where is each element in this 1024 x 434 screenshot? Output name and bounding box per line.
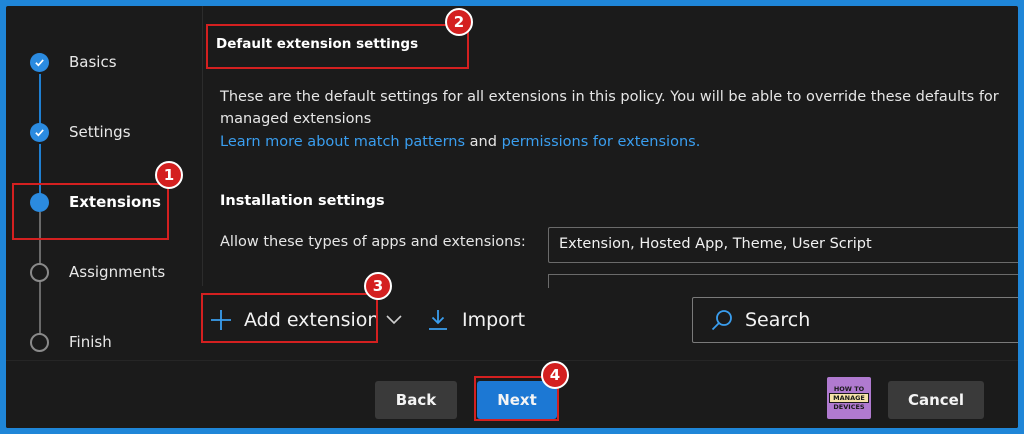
next-setting-field[interactable]: [548, 274, 1018, 288]
step-basics[interactable]: Basics: [30, 51, 117, 73]
search-icon: [711, 310, 732, 331]
empty-step-circle-icon: [30, 262, 49, 282]
settings-description: These are the default settings for all e…: [220, 89, 999, 127]
help-links: Learn more about match patterns and perm…: [220, 134, 700, 150]
step-label: Finish: [69, 333, 112, 351]
permissions-link[interactable]: permissions for extensions.: [502, 134, 701, 150]
annotation-badge-1: 1: [155, 161, 183, 189]
import-button[interactable]: Import: [428, 302, 525, 338]
cancel-button[interactable]: Cancel: [888, 381, 984, 419]
step-assignments[interactable]: Assignments: [30, 261, 165, 283]
check-icon: [30, 122, 49, 142]
step-label: Settings: [69, 123, 131, 141]
annotation-badge-2: 2: [445, 8, 473, 36]
allowed-types-dropdown[interactable]: Extension, Hosted App, Theme, User Scrip…: [548, 227, 1018, 263]
allow-types-label: Allow these types of apps and extensions…: [220, 234, 526, 250]
import-label: Import: [462, 309, 526, 331]
step-label: Basics: [69, 53, 117, 71]
step-finish[interactable]: Finish: [30, 331, 112, 353]
logo-text-top: HOW TO: [833, 385, 865, 393]
installation-settings-heading: Installation settings: [220, 193, 385, 209]
import-icon: [429, 310, 447, 330]
search-input[interactable]: Search: [692, 297, 1018, 343]
logo-text-middle: MANAGE: [829, 393, 869, 403]
back-button[interactable]: Back: [375, 381, 457, 419]
annotation-highlight-extensions: [12, 183, 169, 240]
step-settings[interactable]: Settings: [30, 121, 131, 143]
annotation-highlight-section-title: [206, 24, 469, 69]
step-label: Assignments: [69, 263, 166, 281]
annotation-highlight-add-extension: [201, 293, 378, 343]
annotation-badge-3: 3: [364, 272, 392, 300]
annotation-badge-4: 4: [541, 361, 569, 389]
empty-step-circle-icon: [30, 332, 49, 352]
how-to-manage-devices-logo: HOW TO MANAGE DEVICES: [827, 377, 871, 419]
chevron-down-icon[interactable]: [385, 310, 403, 328]
link-separator: and: [469, 134, 497, 150]
match-patterns-link[interactable]: Learn more about match patterns: [220, 134, 465, 150]
logo-text-bottom: DEVICES: [833, 403, 865, 411]
search-placeholder: Search: [745, 309, 811, 331]
check-icon: [30, 52, 49, 72]
